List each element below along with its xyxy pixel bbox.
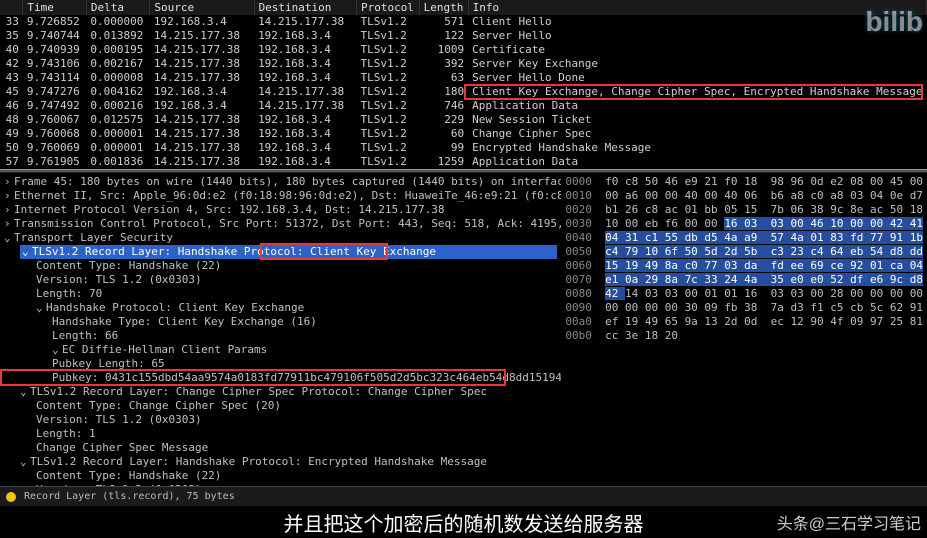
hex-row[interactable]: 0060 15 19 49 8a c0 77 03 da fd ee 69 ce… (565, 259, 923, 273)
tree-handshake-type[interactable]: Handshake Type: Client Key Exchange (16) (4, 315, 557, 329)
tree-tcp[interactable]: Transmission Control Protocol, Src Port:… (4, 217, 557, 231)
tree-handshake-length[interactable]: Length: 66 (4, 329, 557, 343)
tree-r2-msg[interactable]: Change Cipher Spec Message (4, 441, 557, 455)
tree-pubkey-length[interactable]: Pubkey Length: 65 (4, 357, 557, 371)
col-time[interactable]: Time (23, 0, 87, 15)
tree-length[interactable]: Length: 70 (4, 287, 557, 301)
tree-record-1[interactable]: TLSv1.2 Record Layer: Handshake Protocol… (20, 245, 557, 259)
hex-row[interactable]: 0050 c4 79 10 6f 50 5d 2d 5b c3 23 c4 64… (565, 245, 923, 259)
capture-status-icon (6, 492, 16, 502)
tree-ecdh-params[interactable]: EC Diffie-Hellman Client Params (4, 343, 557, 357)
col-length[interactable]: Length (419, 0, 468, 15)
author-attribution: 头条@三石学习笔记 (777, 510, 921, 534)
hex-row[interactable]: 0000 f0 c8 50 46 e9 21 f0 18 98 96 0d e2… (565, 175, 923, 189)
packet-row[interactable]: 509.7600690.00000114.215.177.38192.168.3… (0, 141, 927, 155)
packet-row[interactable]: 459.7472760.004162192.168.3.414.215.177.… (0, 85, 927, 99)
video-caption: 并且把这个加密后的随机数发送给服务器 (0, 506, 927, 538)
hex-row[interactable]: 00a0 ef 19 49 65 9a 13 2d 0d ec 12 90 4f… (565, 315, 923, 329)
packet-list[interactable]: Time Delta Source Destination Protocol L… (0, 0, 927, 169)
hex-row[interactable]: 0020 b1 26 c8 ac 01 bb 05 15 7b 06 38 9c… (565, 203, 923, 217)
packet-row[interactable]: 489.7600670.01257514.215.177.38192.168.3… (0, 113, 927, 127)
packet-row[interactable]: 499.7600680.00000114.215.177.38192.168.3… (0, 127, 927, 141)
packet-row[interactable]: 439.7431140.00000814.215.177.38192.168.3… (0, 71, 927, 85)
col-source[interactable]: Source (150, 0, 254, 15)
packet-details-pane[interactable]: Frame 45: 180 bytes on wire (1440 bits),… (0, 173, 561, 493)
packet-row[interactable]: 339.7268520.000000192.168.3.414.215.177.… (0, 15, 927, 29)
packet-row[interactable]: 579.7619050.00183614.215.177.38192.168.3… (0, 155, 927, 169)
tree-content-type[interactable]: Content Type: Handshake (22) (4, 259, 557, 273)
tree-ip[interactable]: Internet Protocol Version 4, Src: 192.16… (4, 203, 557, 217)
hex-dump-pane[interactable]: 0000 f0 c8 50 46 e9 21 f0 18 98 96 0d e2… (561, 173, 927, 493)
tree-ethernet[interactable]: Ethernet II, Src: Apple_96:0d:e2 (f0:18:… (4, 189, 557, 203)
hex-row[interactable]: 0090 00 00 00 00 30 09 fb 38 7a d3 f1 c5… (565, 301, 923, 315)
tree-pubkey[interactable]: Pubkey: 0431c155dbd54aa9574a0183fd77911b… (4, 371, 557, 385)
tree-tls[interactable]: Transport Layer Security (4, 231, 557, 245)
col-delta[interactable]: Delta (86, 0, 150, 15)
tree-record-2[interactable]: TLSv1.2 Record Layer: Change Cipher Spec… (4, 385, 557, 399)
packet-row[interactable]: 469.7474920.000216192.168.3.414.215.177.… (0, 99, 927, 113)
hex-row[interactable]: 00b0 cc 3e 18 20 (565, 329, 923, 343)
tree-record-3[interactable]: TLSv1.2 Record Layer: Handshake Protocol… (4, 455, 557, 469)
packet-row[interactable]: 429.7431060.00216714.215.177.38192.168.3… (0, 57, 927, 71)
hex-row[interactable]: 0040 04 31 c1 55 db d5 4a a9 57 4a 01 83… (565, 231, 923, 245)
hex-row[interactable]: 0070 e1 0a 29 8a 7c 33 24 4a 35 e0 e0 52… (565, 273, 923, 287)
hex-row[interactable]: 0030 10 00 eb f6 00 00 16 03 03 00 46 10… (565, 217, 923, 231)
hex-row[interactable]: 0010 00 a6 00 00 40 00 40 06 b6 a8 c0 a8… (565, 189, 923, 203)
tree-handshake-proto[interactable]: Handshake Protocol: Client Key Exchange (4, 301, 557, 315)
packet-row[interactable]: 359.7407440.01389214.215.177.38192.168.3… (0, 29, 927, 43)
status-bar: Record Layer (tls.record), 75 bytes (0, 486, 927, 506)
col-protocol[interactable]: Protocol (356, 0, 419, 15)
col-dest[interactable]: Destination (254, 0, 356, 15)
packet-rows[interactable]: 339.7268520.000000192.168.3.414.215.177.… (0, 15, 927, 169)
status-text: Record Layer (tls.record), 75 bytes (24, 491, 235, 502)
tree-version[interactable]: Version: TLS 1.2 (0x0303) (4, 273, 557, 287)
hex-row[interactable]: 0080 42 14 03 03 00 01 01 16 03 03 00 28… (565, 287, 923, 301)
packet-list-header: Time Delta Source Destination Protocol L… (0, 0, 927, 15)
tree-r2-ver[interactable]: Version: TLS 1.2 (0x0303) (4, 413, 557, 427)
tree-frame[interactable]: Frame 45: 180 bytes on wire (1440 bits),… (4, 175, 557, 189)
tree-r2-ct[interactable]: Content Type: Change Cipher Spec (20) (4, 399, 557, 413)
packet-row[interactable]: 409.7409390.00019514.215.177.38192.168.3… (0, 43, 927, 57)
tree-r3-ct[interactable]: Content Type: Handshake (22) (4, 469, 557, 483)
tree-r2-len[interactable]: Length: 1 (4, 427, 557, 441)
col-info[interactable]: Info (468, 0, 926, 15)
col-no[interactable] (0, 0, 23, 15)
